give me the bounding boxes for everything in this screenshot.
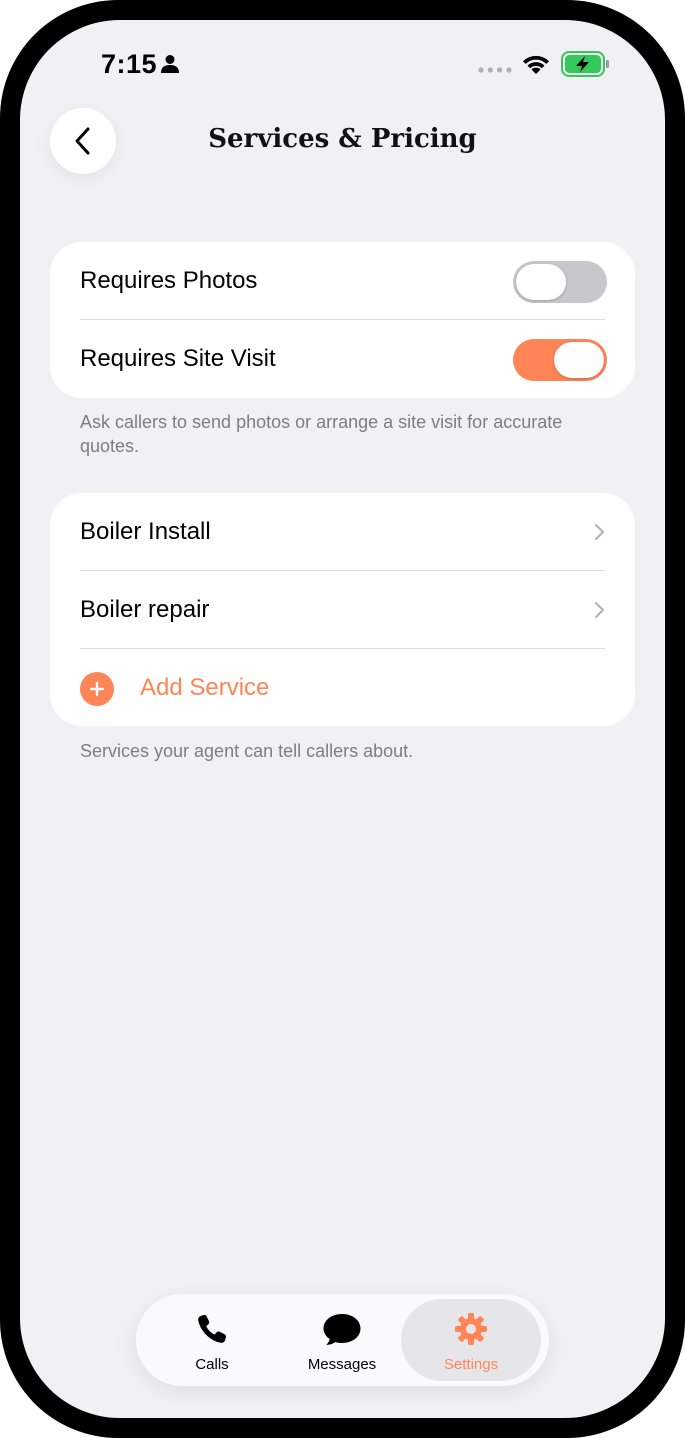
tab-calls[interactable]: Calls bbox=[142, 1299, 282, 1381]
tab-bar: Calls Messages Settings bbox=[136, 1294, 549, 1386]
person-icon bbox=[161, 55, 179, 73]
requirements-footnote: Ask callers to send photos or arrange a … bbox=[80, 412, 563, 456]
add-service-label: Add Service bbox=[140, 674, 270, 701]
requires-site-visit-label: Requires Site Visit bbox=[80, 345, 276, 372]
battery-charging-icon bbox=[561, 51, 609, 77]
tab-label: Calls bbox=[195, 1356, 229, 1373]
requires-photos-toggle[interactable] bbox=[513, 261, 607, 303]
status-time: 7:15 bbox=[101, 49, 158, 79]
service-row-boiler-install[interactable]: Boiler Install bbox=[50, 493, 635, 571]
service-label: Boiler Install bbox=[80, 518, 211, 545]
toggle-knob bbox=[516, 264, 566, 300]
tab-label: Settings bbox=[443, 1356, 499, 1373]
plus-circle-icon bbox=[80, 672, 114, 706]
requires-site-visit-row[interactable]: Requires Site Visit bbox=[50, 320, 635, 398]
services-card: Boiler Install Boiler repair Add Service bbox=[50, 493, 635, 726]
tab-messages[interactable]: Messages bbox=[272, 1299, 412, 1381]
tab-settings[interactable]: Settings bbox=[401, 1299, 541, 1381]
tab-label: Messages bbox=[307, 1356, 377, 1373]
phone-frame: 7:15 Services & Pricing Requires Photos … bbox=[0, 0, 685, 1438]
screen: 7:15 Services & Pricing Requires Photos … bbox=[20, 20, 665, 1418]
service-row-boiler-repair[interactable]: Boiler repair bbox=[50, 571, 635, 649]
plus-icon bbox=[89, 681, 105, 697]
requires-photos-row[interactable]: Requires Photos bbox=[50, 242, 635, 320]
chat-bubble-icon bbox=[323, 1314, 361, 1345]
services-footnote: Services your agent can tell callers abo… bbox=[80, 741, 414, 761]
requires-photos-label: Requires Photos bbox=[80, 267, 258, 294]
gear-icon bbox=[455, 1313, 487, 1345]
page-title: Services & Pricing bbox=[208, 124, 477, 154]
requirements-card: Requires Photos Requires Site Visit bbox=[50, 242, 635, 398]
chevron-right-icon bbox=[594, 601, 605, 619]
add-service-button[interactable]: Add Service bbox=[50, 649, 635, 727]
phone-icon bbox=[198, 1314, 227, 1343]
service-label: Boiler repair bbox=[80, 596, 210, 623]
requires-site-visit-toggle[interactable] bbox=[513, 339, 607, 381]
toggle-knob bbox=[554, 342, 604, 378]
signal-dots-icon bbox=[478, 67, 512, 73]
chevron-right-icon bbox=[594, 523, 605, 541]
wifi-icon bbox=[523, 55, 549, 74]
